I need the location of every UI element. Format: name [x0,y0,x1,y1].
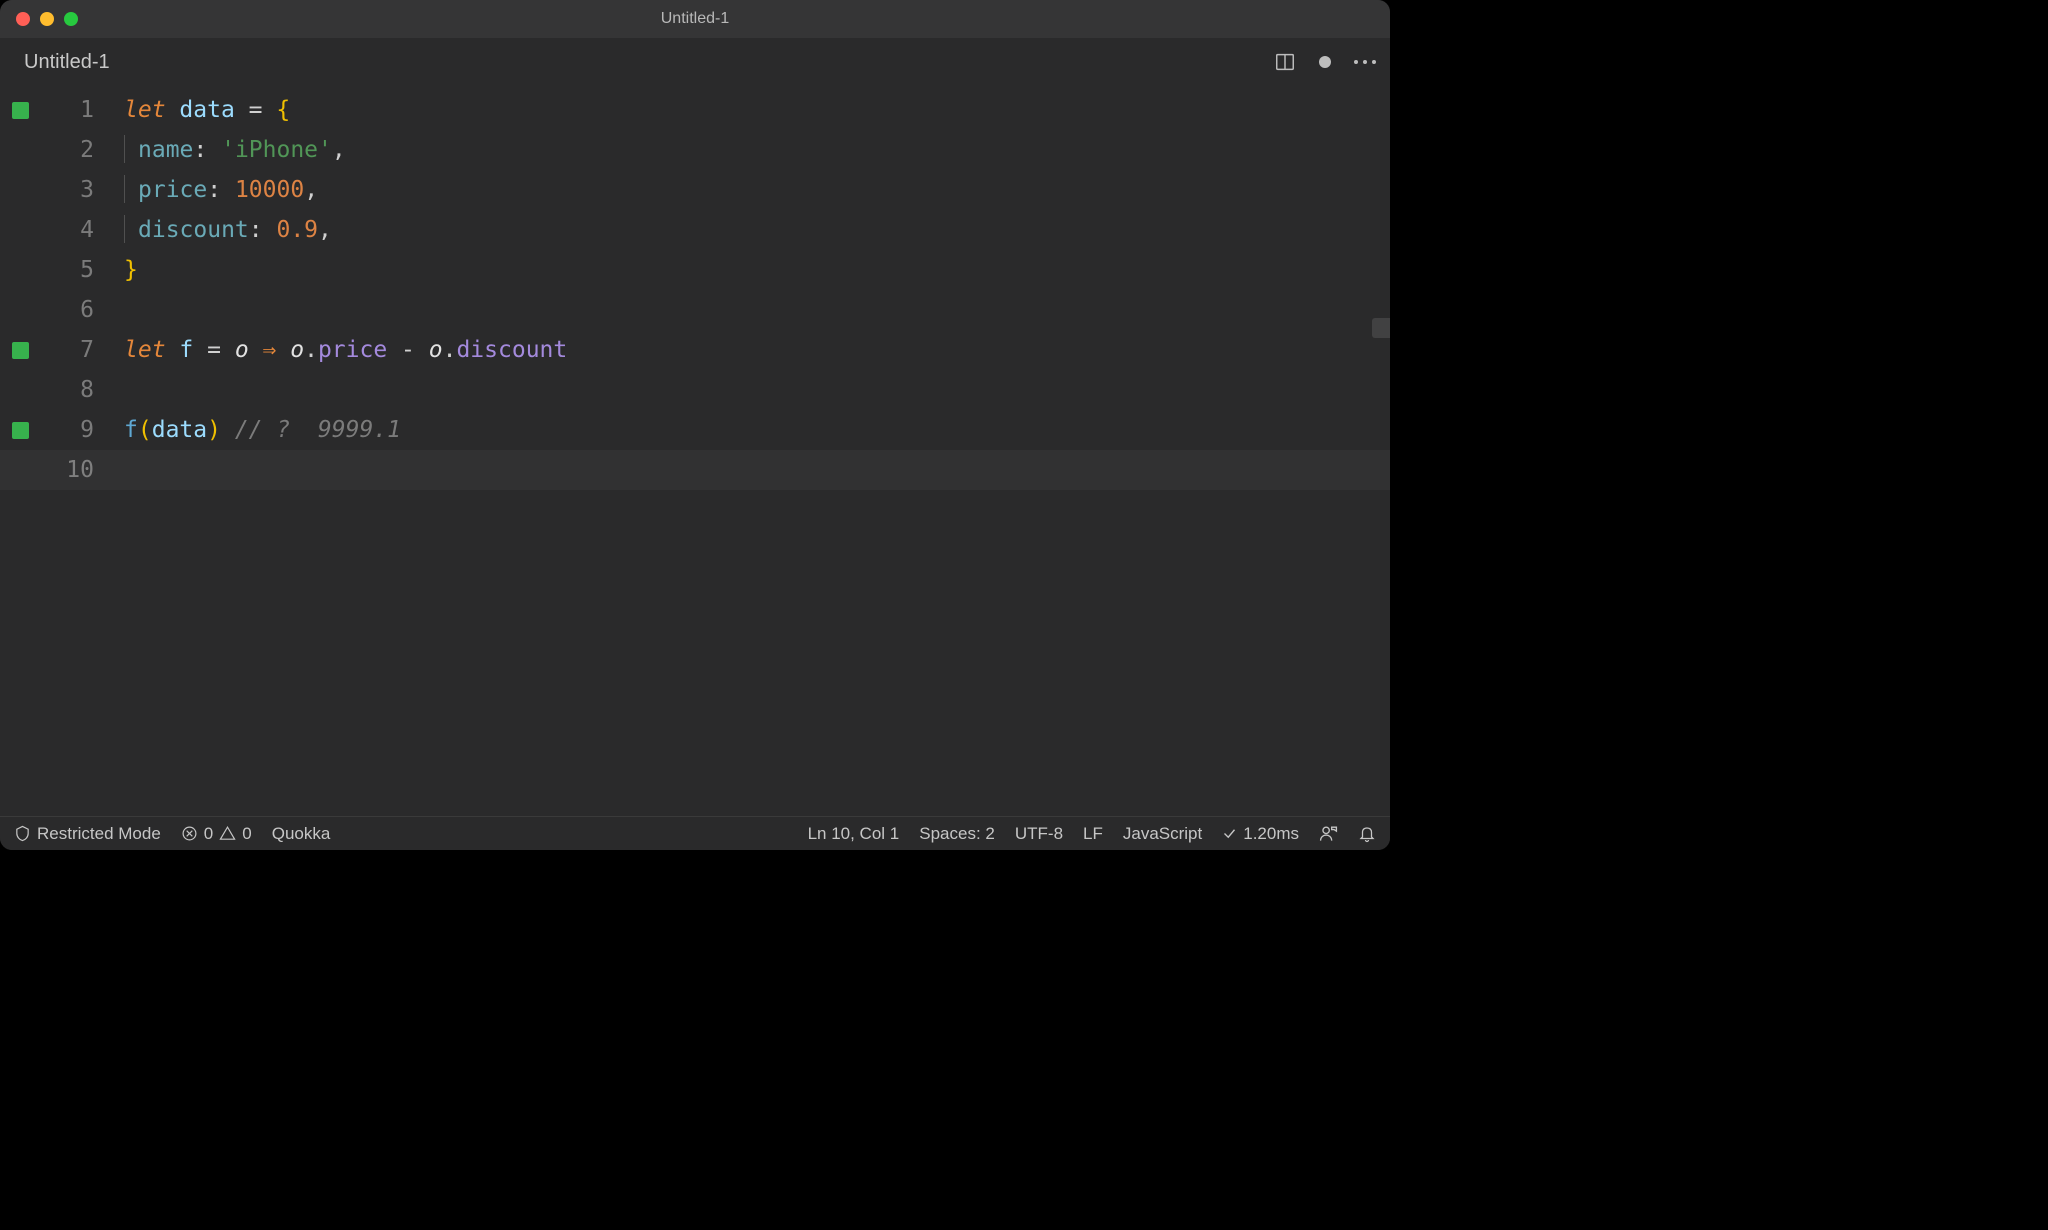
indentation-button[interactable]: Spaces: 2 [919,824,995,844]
traffic-lights [16,12,78,26]
restricted-mode-label: Restricted Mode [37,824,161,844]
bell-icon [1358,825,1376,843]
code-line: let data = { [124,90,567,130]
line-number: 6 [44,290,98,330]
tab-actions [1274,51,1376,73]
line-number: 3 [44,170,98,210]
notifications-button[interactable] [1358,825,1376,843]
warning-icon [219,825,236,842]
code-line: f(data) // ? 9999.1 [124,410,567,450]
line-number: 8 [44,370,98,410]
warning-count: 0 [242,824,251,844]
language-mode-button[interactable]: JavaScript [1123,824,1202,844]
line-number: 4 [44,210,98,250]
code-line: let f = o ⇒ o.price - o.discount [124,330,567,370]
status-bar: Restricted Mode 0 0 Quokka Ln 10, Col 1 … [0,816,1390,850]
timing-label: 1.20ms [1243,824,1299,844]
minimap-slider[interactable] [1372,318,1390,338]
quokka-marker-icon [12,342,29,359]
error-icon [181,825,198,842]
shield-icon [14,825,31,842]
minimize-icon[interactable] [40,12,54,26]
titlebar[interactable]: Untitled-1 [0,0,1390,38]
line-number: 1 [44,90,98,130]
more-actions-icon[interactable] [1354,60,1376,64]
quokka-marker-icon [12,422,29,439]
line-number: 5 [44,250,98,290]
tab-untitled[interactable]: Untitled-1 [14,45,120,80]
timing-button[interactable]: 1.20ms [1222,824,1299,844]
restricted-mode-button[interactable]: Restricted Mode [14,824,161,844]
quokka-button[interactable]: Quokka [272,824,331,844]
code-line [124,370,567,410]
feedback-button[interactable] [1319,824,1338,843]
code-line: name: 'iPhone', [124,130,567,170]
editor-window: Untitled-1 Untitled-1 [0,0,1390,850]
code-line: discount: 0.9, [124,210,567,250]
close-icon[interactable] [16,12,30,26]
eol-button[interactable]: LF [1083,824,1103,844]
person-feedback-icon [1319,824,1338,843]
line-number: 9 [44,410,98,450]
code-editor[interactable]: 1 2 3 4 5 6 7 8 9 10 let data = { name: … [0,86,1390,816]
error-count: 0 [204,824,213,844]
code-line [124,290,567,330]
quokka-marker-icon [12,102,29,119]
split-editor-icon[interactable] [1274,51,1296,73]
encoding-button[interactable]: UTF-8 [1015,824,1063,844]
code-line: price: 10000, [124,170,567,210]
modified-dot-icon[interactable] [1318,55,1332,69]
cursor-position-button[interactable]: Ln 10, Col 1 [808,824,900,844]
check-icon [1222,826,1237,841]
tab-bar: Untitled-1 [0,38,1390,86]
problems-button[interactable]: 0 0 [181,824,252,844]
line-number: 7 [44,330,98,370]
code-line: } [124,250,567,290]
line-number: 2 [44,130,98,170]
fullscreen-icon[interactable] [64,12,78,26]
quokka-label: Quokka [272,824,331,844]
window-title: Untitled-1 [0,10,1390,28]
active-line-highlight [0,450,1390,490]
